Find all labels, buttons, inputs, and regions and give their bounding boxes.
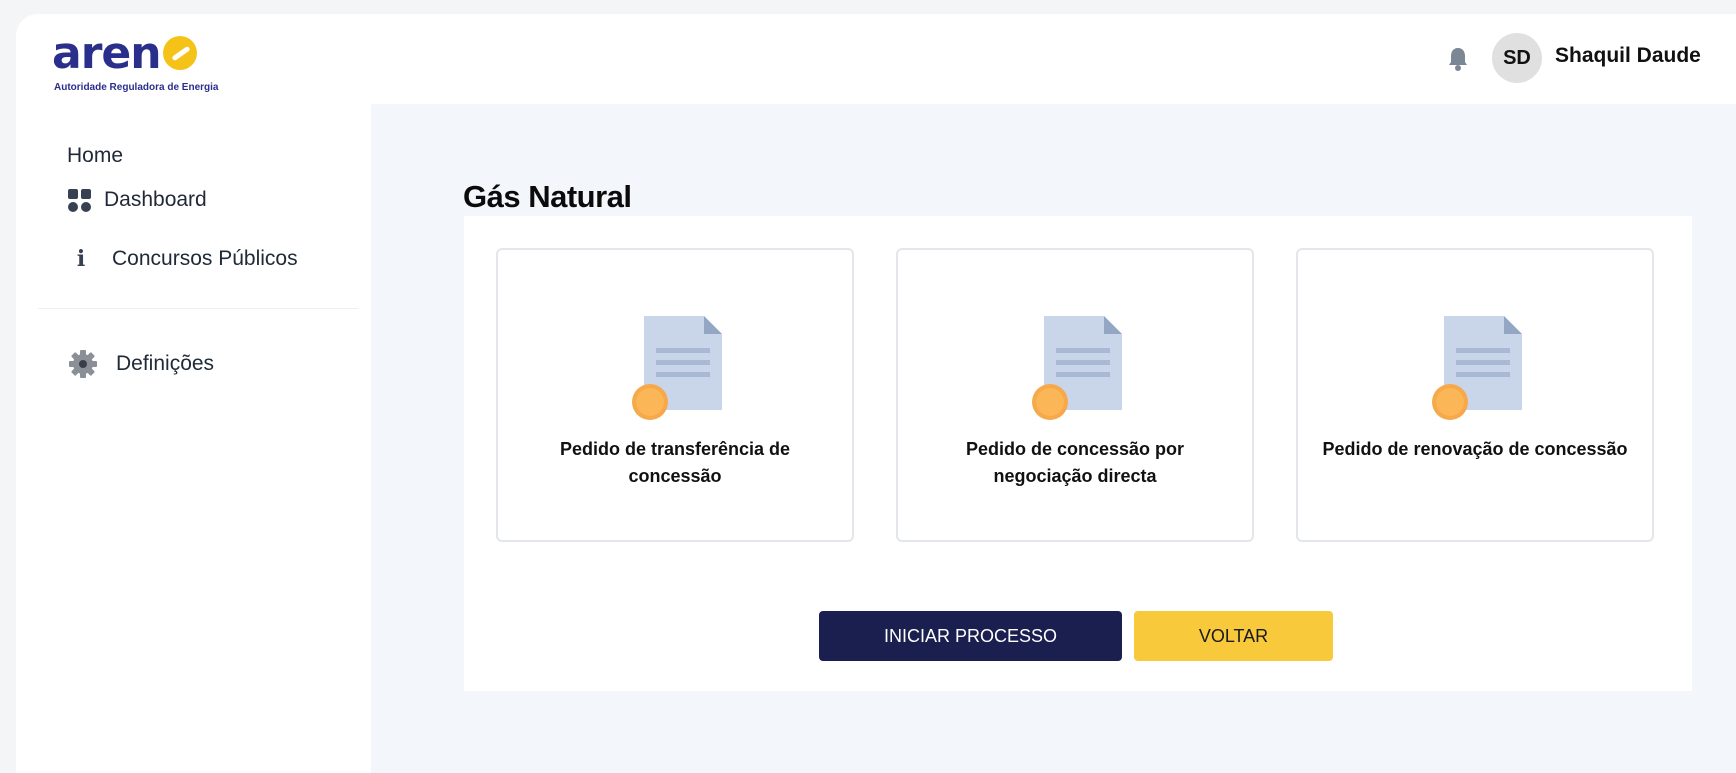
voltar-button[interactable]: VOLTAR	[1134, 611, 1333, 661]
app-window: aren Autoridade Reguladora de Energia SD…	[16, 14, 1736, 773]
option-card-negociacao-directa[interactable]: Pedido de concessão por negociação direc…	[896, 248, 1254, 542]
logo-wordmark: aren	[52, 28, 162, 79]
certificate-document-icon	[632, 316, 722, 420]
sidebar-item-label: Dashboard	[104, 188, 207, 211]
card-label: Pedido de transferência de concessão	[559, 439, 791, 486]
options-panel: Pedido de transferência de concessão Ped…	[464, 216, 1692, 691]
card-label: Pedido de concessão por negociação direc…	[965, 439, 1185, 486]
main-content: Gás Natural Pedido de transferência de c…	[371, 104, 1736, 773]
certificate-document-icon	[1032, 316, 1122, 420]
arene-logo[interactable]: aren Autoridade Reguladora de Energia	[52, 28, 252, 94]
logo-subtitle: Autoridade Reguladora de Energia	[54, 82, 219, 93]
user-name[interactable]: Shaquil Daude	[1555, 44, 1701, 68]
sidebar-item-definicoes[interactable]: Definições	[68, 349, 214, 379]
gear-icon	[69, 350, 97, 378]
card-label: Pedido de renovação de concessão	[1322, 439, 1628, 459]
bell-icon[interactable]	[1447, 46, 1469, 72]
sidebar: Home Dashboard i Concursos Públicos Defi…	[16, 104, 370, 773]
sidebar-item-label: Definições	[116, 352, 215, 375]
sidebar-item-label: Concursos Públicos	[112, 247, 298, 270]
logo-e-mark-icon	[162, 36, 197, 70]
info-icon: i	[76, 246, 86, 272]
certificate-document-icon	[1432, 316, 1522, 420]
avatar[interactable]: SD	[1492, 33, 1542, 83]
sidebar-item-concursos-publicos[interactable]: i Concursos Públicos	[74, 246, 298, 272]
option-card-renovacao[interactable]: Pedido de renovação de concessão	[1296, 248, 1654, 542]
sidebar-item-home[interactable]: Home	[67, 144, 123, 168]
page-title: Gás Natural	[463, 179, 632, 214]
option-card-transferencia[interactable]: Pedido de transferência de concessão	[496, 248, 854, 542]
dashboard-grid-icon	[68, 189, 91, 212]
iniciar-processo-button[interactable]: INICIAR PROCESSO	[819, 611, 1122, 661]
top-header: aren Autoridade Reguladora de Energia SD…	[16, 14, 1736, 104]
sidebar-item-dashboard[interactable]: Dashboard	[68, 188, 207, 212]
sidebar-divider	[38, 308, 358, 309]
